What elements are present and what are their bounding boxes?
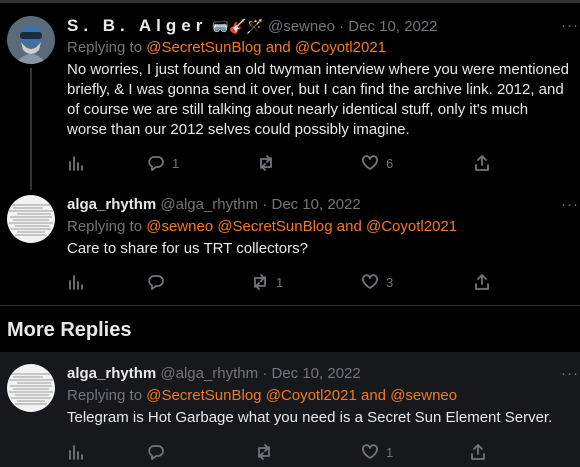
reply-button[interactable] [147,442,172,462]
section-divider [0,305,580,306]
share-button[interactable] [469,442,487,462]
like-button[interactable]: 6 [361,153,393,173]
handle[interactable]: @alga_rhythm [160,365,258,382]
avatar-sewneo[interactable] [7,16,55,64]
retweet-icon [254,274,266,290]
tweet-2[interactable]: alga_rhythm @alga_rhythm · Dec 10, 2022 … [0,195,580,300]
share-icon [475,155,489,171]
like-count: 6 [386,155,394,171]
timestamp[interactable]: Dec 10, 2022 [272,365,361,382]
reply-button[interactable]: 1 [147,153,179,173]
mention-and[interactable]: and [361,387,386,404]
action-bar: 1 6 [67,153,507,173]
like-icon [362,274,378,289]
mention-link[interactable]: @Coyotl2021 [366,218,457,235]
retweet-count: 1 [276,274,284,290]
retweet-icon [258,444,270,460]
display-name[interactable]: alga_rhythm [67,196,156,213]
replying-to: Replying to @SecretSunBlog @Coyotl2021 a… [67,386,572,406]
mention-link[interactable]: @Coyotl2021 [295,39,386,56]
analytics-button[interactable] [67,272,85,292]
name-emoji: 🥽🎸🪄 [211,18,264,34]
replying-to: Replying to @SecretSunBlog and @Coyotl20… [67,38,572,58]
avatar-alga-rhythm-image [7,364,55,412]
mention-link[interactable]: @SecretSunBlog [146,39,261,56]
action-bar: 1 3 [67,272,507,292]
mention-link[interactable]: @sewneo [146,218,213,235]
mention-and[interactable]: and [266,39,291,56]
replying-to: Replying to @sewneo @SecretSunBlog and @… [67,217,572,237]
reply-button[interactable] [147,272,172,292]
separator: · [339,18,345,35]
thread-line [30,68,32,190]
replying-prefix: Replying to [67,387,143,404]
analytics-icon [69,156,83,171]
like-button[interactable]: 3 [361,272,393,292]
tweet-header: alga_rhythm @alga_rhythm · Dec 10, 2022 … [67,195,578,215]
action-bar: 1 [67,442,507,462]
separator: · [262,365,268,382]
more-icon[interactable]: ··· [561,364,579,384]
share-button[interactable] [473,272,491,292]
more-replies-heading: More Replies [7,319,132,341]
reply-icon [148,445,164,460]
tweet-text: Telegram is Hot Garbage what you need is… [67,409,553,426]
avatar-alga-rhythm[interactable] [7,364,55,412]
separator: · [262,196,268,213]
handle[interactable]: @alga_rhythm [160,196,258,213]
mention-and[interactable]: and [337,218,362,235]
mention-link[interactable]: @sewneo [390,387,457,404]
tweet-text: Care to share for us TRT collectors? [67,240,308,257]
timestamp[interactable]: Dec 10, 2022 [272,196,361,213]
reply-icon [148,275,164,290]
mention-link[interactable]: @SecretSunBlog [146,387,261,404]
avatar-sewneo-image [7,16,55,64]
avatar-alga-rhythm[interactable] [7,195,55,243]
display-name[interactable]: S. B. Alger [67,16,207,35]
analytics-button[interactable] [67,153,85,173]
like-count: 1 [386,444,394,460]
retweet-button[interactable] [257,153,282,173]
replying-prefix: Replying to [67,218,143,235]
tweet-1[interactable]: S. B. Alger 🥽🎸🪄 @sewneo · Dec 10, 2022 ·… [0,0,580,195]
tweet-header: S. B. Alger 🥽🎸🪄 @sewneo · Dec 10, 2022 ·… [67,16,578,36]
avatar-alga-rhythm-image [7,195,55,243]
more-icon[interactable]: ··· [561,195,579,215]
more-icon[interactable]: ··· [561,16,579,36]
share-button[interactable] [473,153,491,173]
like-button[interactable]: 1 [361,442,393,462]
tweet-header: alga_rhythm @alga_rhythm · Dec 10, 2022 … [67,364,578,384]
like-icon [362,155,378,170]
tweet-3[interactable]: alga_rhythm @alga_rhythm · Dec 10, 2022 … [0,364,580,467]
tweet-text: No worries, I just found an old twyman i… [67,61,569,138]
like-icon [362,444,378,459]
share-icon [471,444,485,460]
retweet-button[interactable]: 1 [251,272,283,292]
like-count: 3 [386,274,394,290]
tweet-divider [0,187,580,188]
analytics-button[interactable] [67,442,85,462]
retweet-icon [260,155,272,171]
mention-link[interactable]: @SecretSunBlog [217,218,332,235]
share-icon [475,274,489,290]
reply-count: 1 [172,155,180,171]
analytics-icon [69,275,83,290]
display-name[interactable]: alga_rhythm [67,365,156,382]
replying-prefix: Replying to [67,39,143,56]
mention-link[interactable]: @Coyotl2021 [266,387,357,404]
retweet-button[interactable] [255,442,280,462]
timestamp[interactable]: Dec 10, 2022 [348,18,437,35]
reply-icon [148,156,164,171]
handle[interactable]: @sewneo [268,18,335,35]
analytics-icon [69,445,83,460]
